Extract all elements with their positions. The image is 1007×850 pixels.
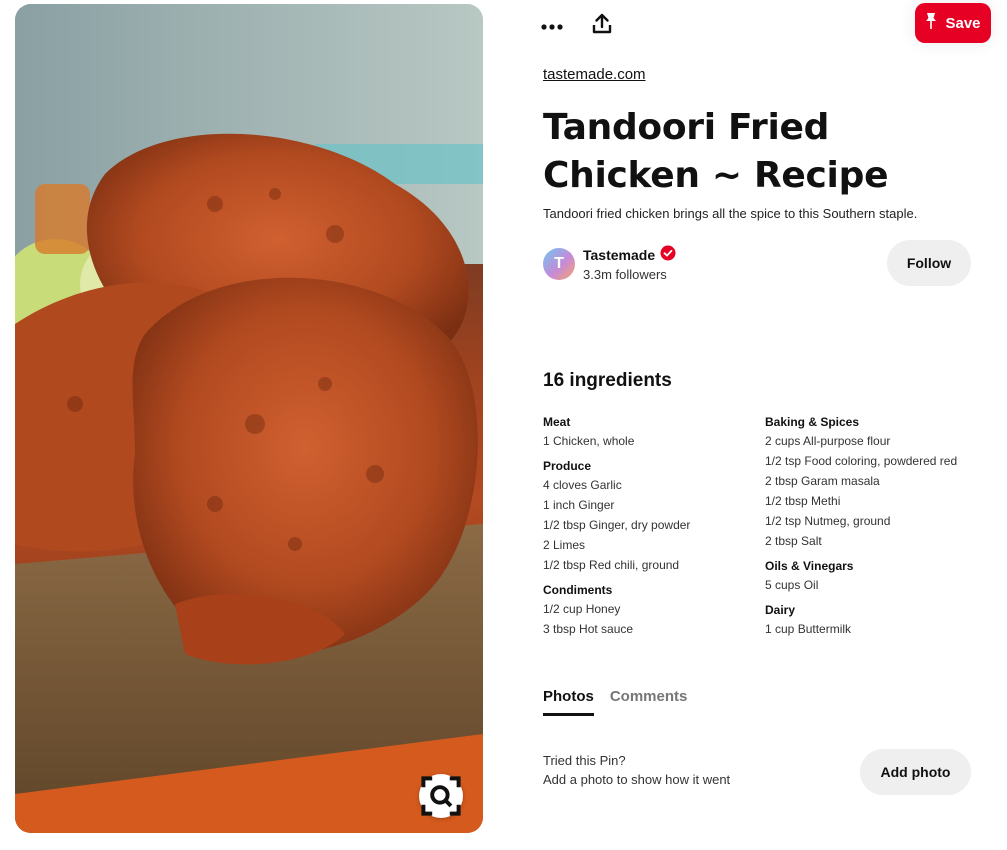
ingredient-item: 2 tbsp Salt bbox=[765, 534, 822, 548]
tab-comments[interactable]: Comments bbox=[610, 688, 688, 716]
ingredient-item: 5 cups Oil bbox=[765, 578, 819, 592]
ingredient-item: 1/2 tbsp Ginger, dry powder bbox=[543, 518, 691, 532]
ingredient-category: Baking & Spices bbox=[765, 415, 860, 429]
follow-button[interactable]: Follow bbox=[887, 240, 971, 286]
visual-search-button[interactable] bbox=[419, 774, 463, 818]
ingredient-item: 1/2 cup Honey bbox=[543, 602, 621, 616]
feedback-tabs: Photos Comments bbox=[543, 688, 687, 716]
more-options-button[interactable] bbox=[534, 8, 570, 44]
share-button[interactable] bbox=[584, 8, 620, 44]
tried-pin-question: Tried this Pin? bbox=[543, 753, 626, 768]
ingredient-item: 4 cloves Garlic bbox=[543, 478, 622, 492]
avatar[interactable]: T bbox=[543, 247, 575, 280]
save-label: Save bbox=[945, 14, 981, 32]
source-link[interactable]: tastemade.com bbox=[543, 66, 646, 83]
tab-photos[interactable]: Photos bbox=[543, 688, 594, 716]
follower-count: 3.3m followers bbox=[583, 267, 667, 282]
ingredient-category: Meat bbox=[543, 415, 571, 429]
save-button[interactable]: Save bbox=[915, 3, 991, 43]
ingredient-item: 2 cups All-purpose flour bbox=[765, 434, 891, 448]
ingredient-item: 3 tbsp Hot sauce bbox=[543, 622, 634, 636]
ingredient-item: 1 cup Buttermilk bbox=[765, 622, 852, 636]
pin-image[interactable] bbox=[15, 4, 483, 833]
pin-description: Tandoori fried chicken brings all the sp… bbox=[543, 206, 918, 221]
ingredients-left-column: Meat 1 Chicken, whole Produce 4 cloves G… bbox=[543, 410, 690, 642]
ingredient-item: 2 tbsp Garam masala bbox=[765, 474, 880, 488]
tried-pin-prompt: Tried this Pin? Add a photo to show how … bbox=[543, 751, 730, 789]
verified-badge-icon bbox=[660, 245, 676, 264]
ingredient-item: 1 inch Ginger bbox=[543, 498, 615, 512]
ingredients-right-column: Baking & Spices 2 cups All-purpose flour… bbox=[765, 410, 957, 642]
ingredient-category: Condiments bbox=[543, 583, 613, 597]
ingredient-item: 1 Chicken, whole bbox=[543, 434, 635, 448]
ingredient-item: 1/2 tsp Food coloring, powdered red bbox=[765, 454, 958, 468]
ingredient-item: 1/2 tsp Nutmeg, ground bbox=[765, 514, 891, 528]
pin-title: Tandoori Fried Chicken ~ Recipe bbox=[543, 107, 889, 196]
pin-actions-bar bbox=[534, 8, 620, 44]
creator-info[interactable]: T Tastemade 3.3m followers bbox=[543, 245, 676, 282]
ingredient-item: 1/2 tbsp Methi bbox=[765, 494, 841, 508]
ingredient-item: 1/2 tbsp Red chili, ground bbox=[543, 558, 680, 572]
pin-icon bbox=[925, 12, 937, 34]
ingredient-category: Dairy bbox=[765, 603, 796, 617]
tried-pin-hint: Add a photo to show how it went bbox=[543, 772, 731, 787]
ingredient-category: Produce bbox=[543, 459, 592, 473]
add-photo-button[interactable]: Add photo bbox=[860, 749, 971, 795]
more-options-icon bbox=[541, 17, 563, 35]
creator-name[interactable]: Tastemade bbox=[583, 247, 655, 263]
ingredient-category: Oils & Vinegars bbox=[765, 559, 854, 573]
ingredients-heading: 16 ingredients bbox=[543, 370, 672, 391]
fried-chicken-illustration bbox=[15, 4, 483, 833]
avatar-letter: T bbox=[554, 254, 564, 272]
share-upload-icon bbox=[592, 13, 612, 40]
ingredient-item: 2 Limes bbox=[543, 538, 586, 552]
